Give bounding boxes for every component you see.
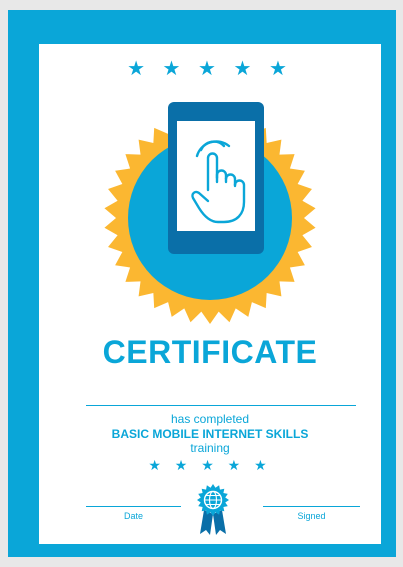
date-label: Date xyxy=(123,511,143,521)
phone-tap-icon xyxy=(104,102,316,324)
signature-line xyxy=(263,506,360,507)
globe-ribbon-icon xyxy=(197,484,229,535)
training-text: training xyxy=(190,441,230,455)
course-name: BASIC MOBILE INTERNET SKILLS xyxy=(111,427,309,441)
certificate-frame: ★ ★ ★ ★ ★ CERTIFICATE has completed BASI… xyxy=(8,10,396,557)
certificate-title: CERTIFICATE xyxy=(102,334,318,370)
ribbon-right xyxy=(213,510,226,535)
date-line xyxy=(86,506,181,507)
bottom-stars: ★ ★ ★ ★ ★ xyxy=(148,457,272,473)
signed-label: Signed xyxy=(297,511,326,521)
ribbon-left xyxy=(200,510,213,535)
certificate-paper: ★ ★ ★ ★ ★ CERTIFICATE has completed BASI… xyxy=(39,44,381,544)
top-stars: ★ ★ ★ ★ ★ xyxy=(127,58,293,80)
name-line xyxy=(86,405,356,406)
completed-text: has completed xyxy=(170,412,250,426)
